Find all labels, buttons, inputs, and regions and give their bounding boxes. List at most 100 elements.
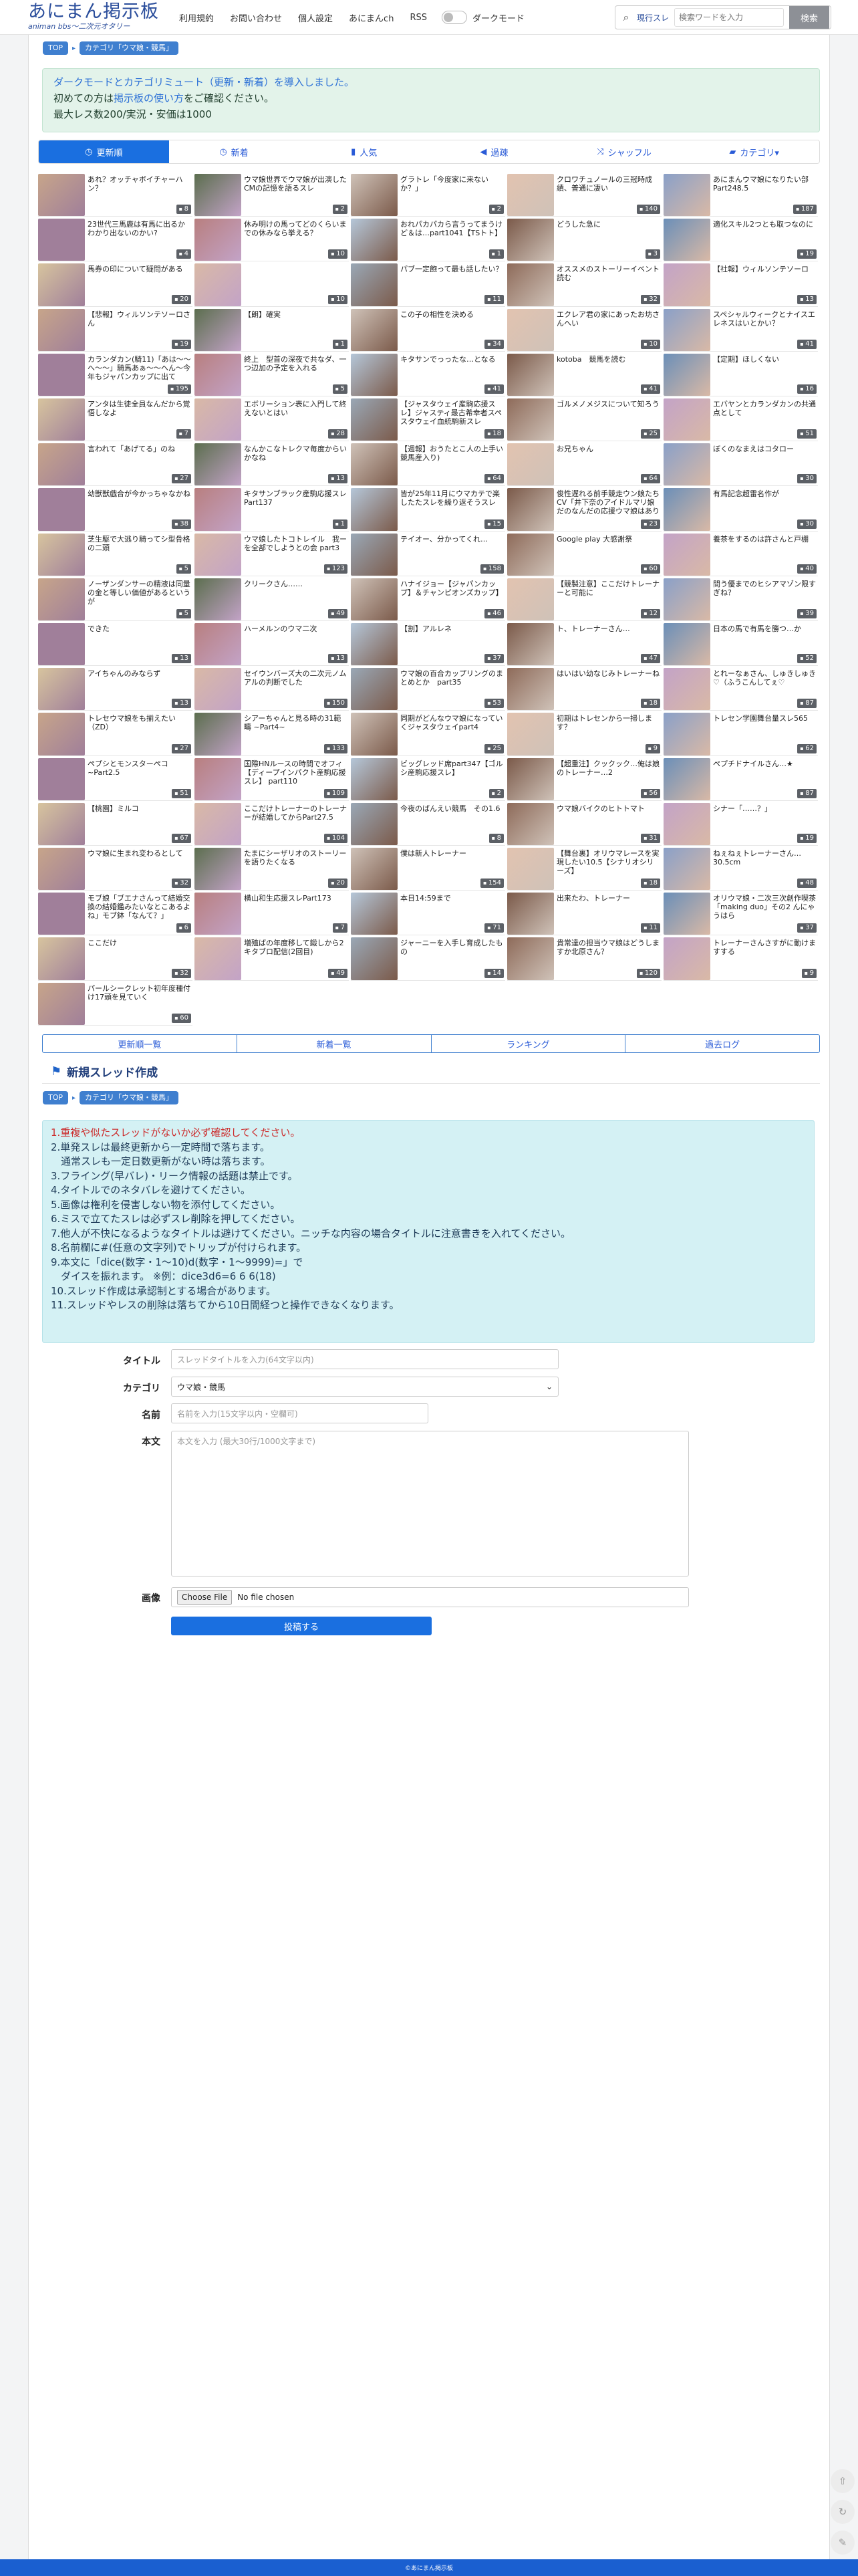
thread-thumbnail[interactable] bbox=[194, 533, 241, 576]
thread-thumbnail[interactable] bbox=[351, 848, 398, 891]
thread-thumbnail[interactable] bbox=[351, 219, 398, 261]
ranking-button[interactable]: ランキング bbox=[432, 1035, 626, 1052]
thread-thumbnail[interactable] bbox=[507, 308, 554, 351]
thread-thumbnail[interactable] bbox=[507, 488, 554, 531]
thread-card[interactable]: 【週報】おうたとこ人の上手い競馬産入り) 64 bbox=[351, 442, 505, 487]
thread-title[interactable]: ウマ娘世界でウマ娘が出演したCMの記憶を語るスレ bbox=[244, 175, 347, 202]
thread-thumbnail[interactable] bbox=[38, 623, 85, 666]
thread-card[interactable]: 国際HNルースの時間でオフィ【ディープインパクト産駒応援スレ】 part110 1… bbox=[194, 757, 349, 801]
refresh-icon[interactable]: ↻ bbox=[831, 2500, 855, 2524]
thread-title-input[interactable]: スレッドタイトルを入力(64文字以内) bbox=[171, 1349, 559, 1369]
thread-card[interactable]: 【桃園】ミルコ 67 bbox=[38, 802, 192, 846]
thread-thumbnail[interactable] bbox=[194, 937, 241, 980]
thread-title[interactable]: クロワチュノールの三冠時成績、普通に凄い bbox=[557, 175, 660, 202]
thread-title[interactable]: この子の相性を決める bbox=[400, 310, 504, 337]
thread-thumbnail[interactable] bbox=[507, 353, 554, 396]
thread-thumbnail[interactable] bbox=[38, 488, 85, 531]
thread-thumbnail[interactable] bbox=[351, 623, 398, 666]
thread-title[interactable]: ジャーニーを入手し育成したもの bbox=[400, 939, 504, 965]
thread-thumbnail[interactable] bbox=[194, 623, 241, 666]
thread-card[interactable]: あにまんウマ娘になりたい部Part248.5 187 bbox=[664, 172, 818, 217]
thread-thumbnail[interactable] bbox=[507, 668, 554, 711]
thread-card[interactable]: アイちゃんのみならず 13 bbox=[38, 667, 192, 711]
thread-card[interactable]: ペプシとモンスターペコ~Part2.5 51 bbox=[38, 757, 192, 801]
nav-animanch[interactable]: あにまんch bbox=[341, 11, 402, 24]
thread-title[interactable]: ぼくのなまえはコタロー bbox=[713, 445, 817, 471]
thread-card[interactable]: 本日14:59まで 71 bbox=[351, 891, 505, 936]
thread-card[interactable]: 日本の馬で有馬を勝つ…か 52 bbox=[664, 622, 818, 667]
thread-title[interactable]: 【競製注意】ここだけトレーナーと可能に bbox=[557, 580, 660, 606]
thread-thumbnail[interactable] bbox=[194, 353, 241, 396]
thread-thumbnail[interactable] bbox=[507, 893, 554, 935]
thread-card[interactable]: ハーメルンのウマ二次 13 bbox=[194, 622, 349, 667]
thread-title[interactable]: 増殖ばの年度移して鍛しから2キタブロ配信(2回目) bbox=[244, 939, 347, 965]
thread-thumbnail[interactable] bbox=[38, 219, 85, 261]
thread-thumbnail[interactable] bbox=[664, 802, 710, 845]
thread-title[interactable]: なんかこなトレクマ毎度からいかなね bbox=[244, 445, 347, 471]
thread-title[interactable]: 【桃園】ミルコ bbox=[88, 804, 191, 831]
nav-rss[interactable]: RSS bbox=[402, 13, 435, 23]
thread-title[interactable]: 皆が25年11月にウマカテで楽したたスレを繰り返そうスレ bbox=[400, 489, 504, 516]
archive-button[interactable]: 過去ログ bbox=[625, 1035, 819, 1052]
thread-card[interactable]: 今夜のばんえい競馬 その1.6 8 bbox=[351, 802, 505, 846]
thread-thumbnail[interactable] bbox=[664, 578, 710, 620]
thread-title[interactable]: ここだけ bbox=[88, 939, 191, 965]
thread-thumbnail[interactable] bbox=[507, 219, 554, 261]
list-updated-button[interactable]: 更新順一覧 bbox=[43, 1035, 237, 1052]
thread-title[interactable]: 【舞台裏】オリウマレースを実現したい10.5【シナリオシリーズ】 bbox=[557, 849, 660, 876]
thread-thumbnail[interactable] bbox=[38, 802, 85, 845]
thread-thumbnail[interactable] bbox=[664, 263, 710, 306]
thread-card[interactable]: 横山和生応援スレPart173 7 bbox=[194, 891, 349, 936]
thread-thumbnail[interactable] bbox=[351, 893, 398, 935]
thread-card[interactable]: Google play 大感謝祭 60 bbox=[507, 532, 662, 576]
thread-card[interactable]: ト、トレーナーさん… 47 bbox=[507, 622, 662, 667]
tab-category[interactable]: ▰ カテゴリ▾ bbox=[689, 140, 819, 163]
tab-popular[interactable]: ▮ 人気 bbox=[299, 140, 430, 163]
thread-title[interactable]: お兄ちゃん bbox=[557, 445, 660, 471]
thread-card[interactable]: シナー「……？」 19 bbox=[664, 802, 818, 846]
thread-thumbnail[interactable] bbox=[507, 443, 554, 486]
thread-thumbnail[interactable] bbox=[664, 893, 710, 935]
thread-title[interactable]: どうした急に bbox=[557, 220, 660, 247]
thread-card[interactable]: お兄ちゃん 64 bbox=[507, 442, 662, 487]
body-textarea[interactable]: 本文を入力 (最大30行/1000文字まで) bbox=[171, 1431, 689, 1576]
thread-title[interactable]: ウマ娘したトコトレイル 我ーを全部でしようとの会 part3 bbox=[244, 535, 347, 562]
thread-card[interactable]: キタサンでっったな…となる 41 bbox=[351, 352, 505, 396]
thread-card[interactable]: はいはい幼なじみトレーナーね 18 bbox=[507, 667, 662, 711]
thread-card[interactable]: 有馬記念超雷名作が 30 bbox=[664, 487, 818, 532]
thread-title[interactable]: シナー「……？」 bbox=[713, 804, 817, 831]
thread-thumbnail[interactable] bbox=[194, 713, 241, 755]
thread-title[interactable]: 出来たわ、トレーナー bbox=[557, 894, 660, 921]
list-new-button[interactable]: 新着一覧 bbox=[237, 1035, 432, 1052]
thread-card[interactable]: エボリーション表に入門して終えないとはい 28 bbox=[194, 397, 349, 442]
thread-thumbnail[interactable] bbox=[194, 893, 241, 935]
thread-title[interactable]: モブ娘「ブエナさんって結婚交換の結婚鑑みたいなとこあるよね」モブ鉢「なんて？」 bbox=[88, 894, 191, 921]
thread-title[interactable]: パブ一定飽って最も話したい？ bbox=[400, 265, 504, 291]
thread-card[interactable]: 幼獣獣戯合が今かっちゃなかね 38 bbox=[38, 487, 192, 532]
thread-thumbnail[interactable] bbox=[351, 488, 398, 531]
thread-card[interactable]: 【競製注意】ここだけトレーナーと可能に 12 bbox=[507, 577, 662, 621]
thread-thumbnail[interactable] bbox=[664, 488, 710, 531]
thread-card[interactable]: 貴常達の担当ウマ娘はどうしますか北原さん？ 120 bbox=[507, 936, 662, 981]
thread-title[interactable]: 適化スキル2つとも取つなのに bbox=[713, 220, 817, 247]
thread-thumbnail[interactable] bbox=[351, 713, 398, 755]
thread-card[interactable]: 初期はトレセンから一掃します？ 9 bbox=[507, 711, 662, 756]
thread-card[interactable]: アンタは生徒全員なんだから覚悟しなよ 7 bbox=[38, 397, 192, 442]
thread-thumbnail[interactable] bbox=[507, 263, 554, 306]
thread-thumbnail[interactable] bbox=[664, 668, 710, 711]
breadcrumb-top[interactable]: TOP bbox=[43, 41, 69, 55]
thread-card[interactable]: 【社報】ウィルソンテソーロ 13 bbox=[664, 262, 818, 307]
thread-title[interactable]: テイオー、分かってくれ… bbox=[400, 535, 504, 562]
thread-thumbnail[interactable] bbox=[38, 893, 85, 935]
thread-thumbnail[interactable] bbox=[507, 578, 554, 620]
thread-card[interactable]: ハナイジョー【ジャパンカップ】＆チャンピオンズカップ】 46 bbox=[351, 577, 505, 621]
thread-title[interactable]: 有馬記念超雷名作が bbox=[713, 489, 817, 516]
thread-title[interactable]: 日本の馬で有馬を勝つ…か bbox=[713, 624, 817, 651]
thread-card[interactable]: ウマ娘世界でウマ娘が出演したCMの記憶を語るスレ 2 bbox=[194, 172, 349, 217]
search-input[interactable] bbox=[674, 8, 784, 27]
thread-title[interactable]: ペプシとモンスターペコ~Part2.5 bbox=[88, 759, 191, 786]
nav-contact[interactable]: お問い合わせ bbox=[222, 11, 290, 24]
scroll-top-icon[interactable]: ⇧ bbox=[831, 2469, 855, 2493]
thread-title[interactable]: ハナイジョー【ジャパンカップ】＆チャンピオンズカップ】 bbox=[400, 580, 504, 606]
thread-title[interactable]: 芝生駆で大逃り騎ってシ型骨格の二頭 bbox=[88, 535, 191, 562]
